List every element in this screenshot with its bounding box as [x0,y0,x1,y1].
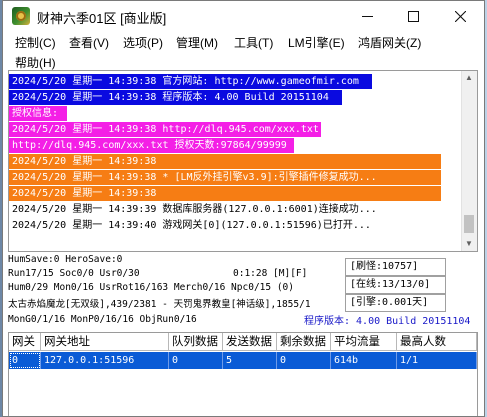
table-cell: 1/1 [397,352,477,369]
maximize-icon [407,11,419,22]
engine-days-box: [引擎:0.001天] [345,294,446,312]
scroll-thumb[interactable] [464,215,474,233]
status-panel: HumSave:0 HeroSave:0 Run17/15 Soc0/0 Usr… [8,254,478,332]
log-line: 2024/5/20 星期一 14:39:38 官方网站: http://www.… [9,74,372,89]
menu-view[interactable]: 查看(V) [69,34,109,51]
log-line: 2024/5/20 星期一 14:39:38 * [LM反外挂引擎v3.9]:引… [9,170,441,185]
column-header[interactable]: 网关 [9,333,41,351]
minimize-icon [361,16,373,17]
menu-control[interactable]: 控制(C) [15,34,56,51]
log-scrollbar[interactable]: ▲ ▼ [461,71,477,251]
log-line: 2024/5/20 星期一 14:39:38 程序版本: 4.00 Build … [9,90,342,105]
log-line: 2024/5/20 星期一 14:39:38 [9,186,441,201]
log-line: 2024/5/20 星期一 14:39:38 http://dlq.945.co… [9,122,321,137]
gateway-table[interactable]: 网关 网关地址 队列数据 发送数据 剩余数据 平均流量 最高人数 0 127.0… [8,332,478,416]
column-header[interactable]: 最高人数 [397,333,477,351]
status-boss: 太古赤焰魔龙[无双级],439/2381 - 天罚鬼界教皇[神话级],1855/… [8,299,311,310]
log-line: 2024/5/20 星期一 14:39:39 数据库服务器(127.0.0.1:… [12,204,377,215]
menu-lm-engine[interactable]: LM引擎(E) [288,34,345,51]
column-header[interactable]: 剩余数据 [277,333,331,351]
log-line: 授权信息: [9,106,67,121]
menu-tools[interactable]: 工具(T) [234,34,273,51]
window-title: 财神六季01区 [商业版] [37,11,167,26]
refresh-count-box: [刷怪:10757] [345,258,446,276]
table-cell: 5 [223,352,277,369]
menu-options[interactable]: 选项(P) [123,34,163,51]
scroll-up-icon[interactable]: ▲ [465,73,473,82]
status-save: HumSave:0 HeroSave:0 [8,254,123,265]
column-header[interactable]: 队列数据 [169,333,223,351]
app-window: 财神六季01区 [商业版] 控制(C) 查看(V) 选项(P) 管理(M) 工具… [2,0,485,417]
table-cell: 127.0.0.1:51596 [41,352,169,369]
table-cell: 614b [331,352,397,369]
status-monsters: MonG0/1/16 MonP0/16/16 ObjRun0/16 [8,314,197,325]
version-label: 程序版本: 4.00 Build 20151104 [304,316,471,327]
status-uptime: 0:1:28 [M][F] [233,268,308,279]
scroll-down-icon[interactable]: ▼ [465,239,473,248]
online-count-box: [在线:13/13/0] [345,276,446,294]
app-icon [12,7,30,25]
menu-gateway-shield[interactable]: 鸿盾网关(Z) [358,34,421,51]
log-line: http://dlq.945.com/xxx.txt 授权天数:97864/99… [9,138,294,153]
title-bar[interactable]: 财神六季01区 [商业版] [3,1,484,32]
table-row[interactable]: 0 127.0.0.1:51596 0 5 0 614b 1/1 [9,352,477,369]
table-cell: 0 [277,352,331,369]
log-line: 2024/5/20 星期一 14:39:40 游戏网关[0](127.0.0.1… [12,220,371,231]
close-icon [454,11,466,22]
table-cell: 0 [169,352,223,369]
log-line: 2024/5/20 星期一 14:39:38 [9,154,441,169]
menu-manage[interactable]: 管理(M) [176,34,218,51]
close-button[interactable] [437,1,483,32]
menu-help[interactable]: 帮助(H) [15,54,56,71]
status-run: Run17/15 Soc0/0 Usr0/30 [8,268,140,279]
row-focus-rect [10,353,40,368]
column-header[interactable]: 网关地址 [41,333,169,351]
menu-bar: 控制(C) 查看(V) 选项(P) 管理(M) 工具(T) LM引擎(E) 鸿盾… [3,32,484,70]
minimize-button[interactable] [344,1,390,32]
column-header[interactable]: 发送数据 [223,333,277,351]
log-panel[interactable]: 2024/5/20 星期一 14:39:38 官方网站: http://www.… [8,70,478,252]
status-objects: Hum0/29 Mon0/16 UsrRot16/163 Merch0/16 N… [8,282,294,293]
column-header[interactable]: 平均流量 [331,333,397,351]
maximize-button[interactable] [390,1,436,32]
